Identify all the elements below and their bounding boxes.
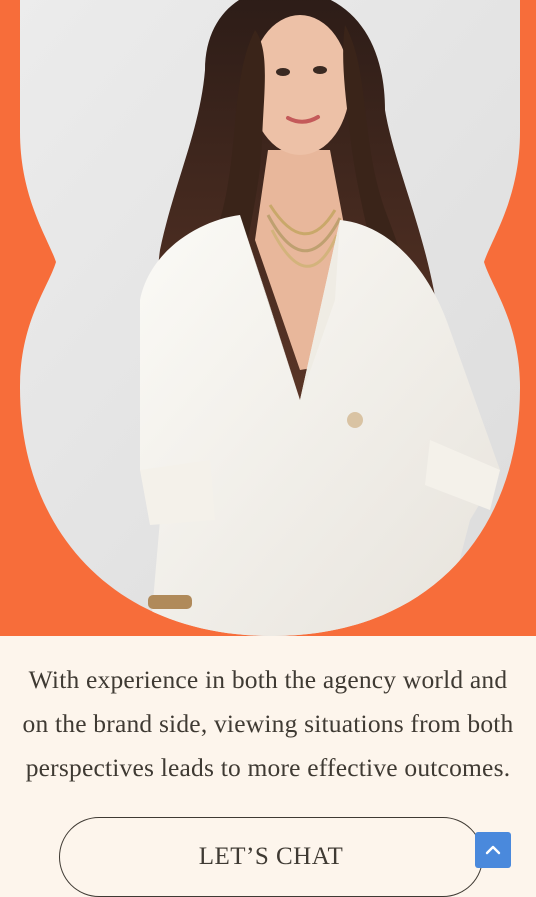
scroll-to-top-button[interactable] (475, 832, 511, 868)
about-paragraph: With experience in both the agency world… (0, 658, 536, 790)
hero-section (0, 0, 536, 636)
about-line: on the brand side, viewing situations fr… (22, 709, 514, 738)
about-line: perspectives leads to more effective out… (25, 753, 511, 782)
chevron-up-icon (485, 845, 501, 855)
about-line: With experience in both the agency world… (28, 665, 508, 694)
lets-chat-button[interactable]: LET’S CHAT (59, 817, 483, 897)
hero-portrait-image (20, 0, 520, 636)
